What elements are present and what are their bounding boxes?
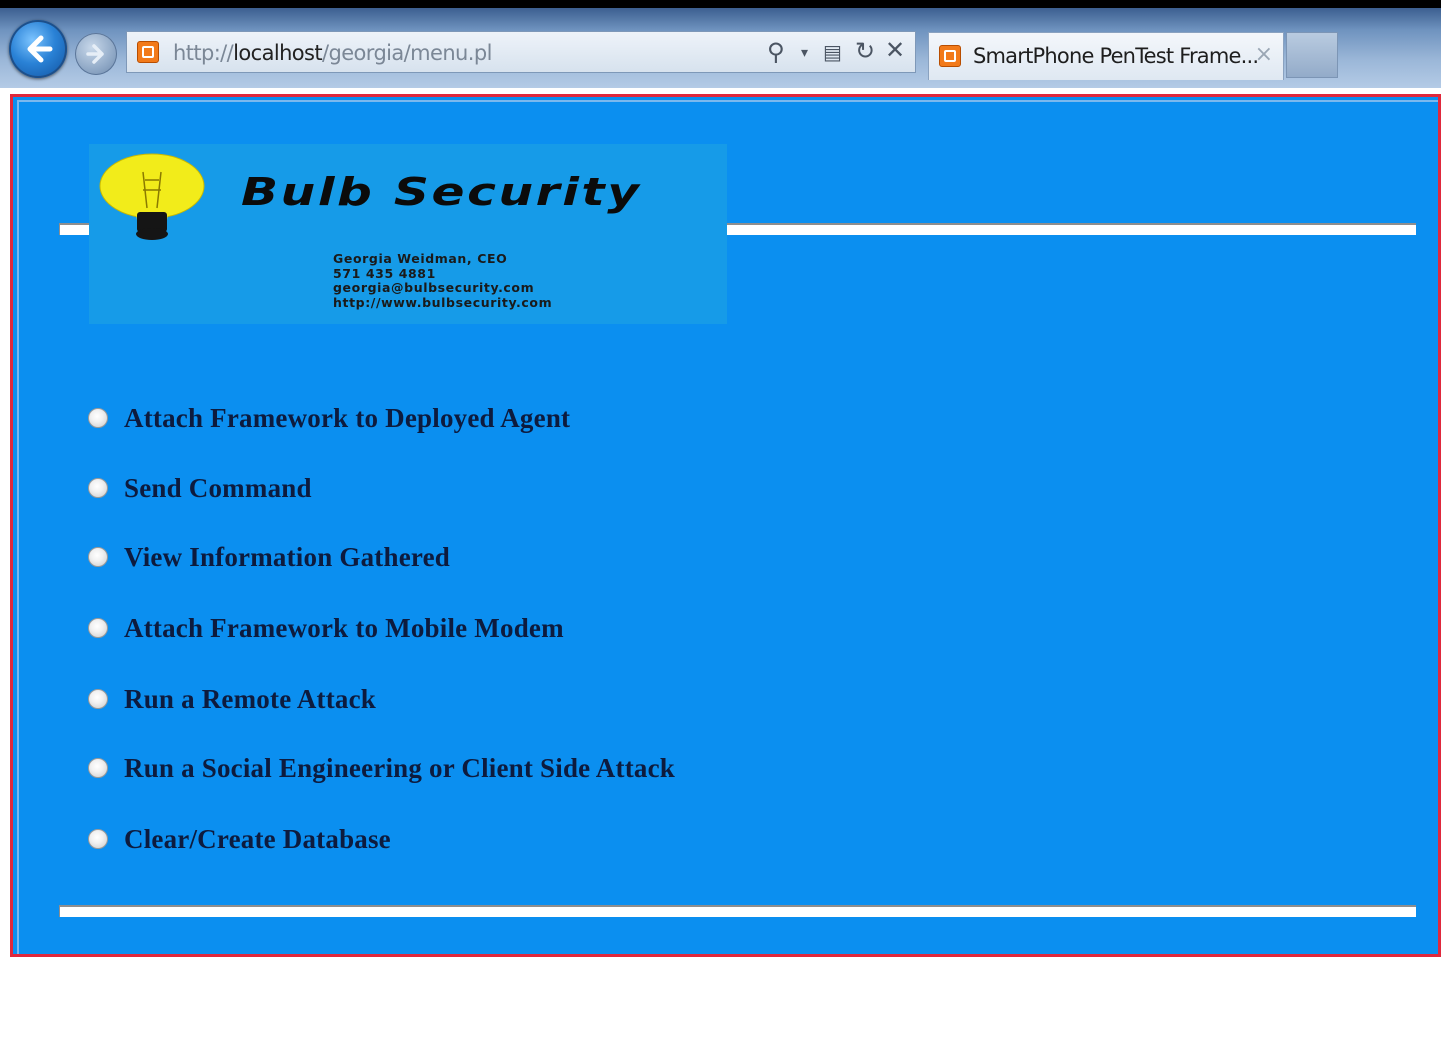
radio-button[interactable] [88, 408, 108, 428]
site-favicon-icon [137, 41, 159, 63]
new-tab-button[interactable] [1286, 32, 1338, 78]
menu-item-attach-deployed-agent[interactable]: Attach Framework to Deployed Agent [88, 398, 570, 438]
tab-smartphone-pentest[interactable]: SmartPhone PenTest Frame... × [928, 32, 1284, 80]
page-body: Bulb Security Georgia Weidman, CEO 571 4… [17, 100, 1438, 954]
bottom-divider [59, 905, 1416, 917]
menu-item-label: Send Command [124, 472, 312, 503]
forward-arrow-icon [86, 44, 104, 64]
contact-email: georgia@bulbsecurity.com [333, 280, 535, 295]
contact-website: http://www.bulbsecurity.com [333, 294, 553, 310]
back-button[interactable] [9, 20, 67, 78]
menu-item-clear-create-database[interactable]: Clear/Create Database [88, 819, 391, 859]
search-icon[interactable]: ⚲ [767, 38, 785, 66]
menu-item-social-engineering-attack[interactable]: Run a Social Engineering or Client Side … [88, 748, 675, 788]
screen: http://localhost/georgia/menu.pl ⚲ ▾ ▤ ↻… [0, 0, 1441, 1050]
compatibility-view-icon[interactable]: ▤ [823, 40, 842, 64]
window-top-edge [0, 0, 1441, 8]
radio-button[interactable] [88, 478, 108, 498]
bulb-security-logo: Bulb Security Georgia Weidman, CEO 571 4… [89, 144, 727, 324]
menu-item-view-information[interactable]: View Information Gathered [88, 537, 450, 577]
tab-close-icon[interactable]: × [1255, 42, 1273, 67]
forward-button[interactable] [75, 33, 117, 75]
contact-name: Georgia Weidman, CEO [333, 251, 508, 266]
radio-button[interactable] [88, 829, 108, 849]
menu-item-label: View Information Gathered [124, 541, 450, 572]
radio-button[interactable] [88, 547, 108, 567]
radio-button[interactable] [88, 758, 108, 778]
contact-phone: 571 435 4881 [333, 265, 436, 281]
menu-item-label: Attach Framework to Deployed Agent [124, 402, 571, 433]
logo-title: Bulb Security [241, 170, 642, 214]
address-bar[interactable]: http://localhost/georgia/menu.pl ⚲ ▾ ▤ ↻… [126, 31, 916, 73]
menu-item-label: Clear/Create Database [124, 823, 391, 854]
stop-icon[interactable]: ✕ [885, 36, 905, 64]
back-arrow-icon [27, 35, 53, 63]
menu-item-attach-mobile-modem[interactable]: Attach Framework to Mobile Modem [88, 608, 564, 648]
menu-item-label: Run a Social Engineering or Client Side … [124, 752, 675, 783]
logo-contact-card: Georgia Weidman, CEO 571 435 4881 georgi… [333, 251, 553, 310]
tab-favicon-icon [939, 45, 961, 67]
tab-title: SmartPhone PenTest Frame... [973, 44, 1259, 68]
dropdown-arrow-icon[interactable]: ▾ [801, 45, 808, 61]
refresh-icon[interactable]: ↻ [855, 37, 875, 65]
menu-item-send-command[interactable]: Send Command [88, 468, 312, 508]
browser-toolbar: http://localhost/georgia/menu.pl ⚲ ▾ ▤ ↻… [0, 0, 1441, 88]
url-text[interactable]: http://localhost/georgia/menu.pl [173, 41, 492, 65]
radio-button[interactable] [88, 618, 108, 638]
menu-item-label: Run a Remote Attack [124, 683, 377, 714]
menu-item-remote-attack[interactable]: Run a Remote Attack [88, 679, 376, 719]
light-bulb-icon [99, 153, 205, 240]
page-frame: Bulb Security Georgia Weidman, CEO 571 4… [10, 94, 1441, 957]
menu-item-label: Attach Framework to Mobile Modem [124, 612, 564, 643]
radio-button[interactable] [88, 689, 108, 709]
